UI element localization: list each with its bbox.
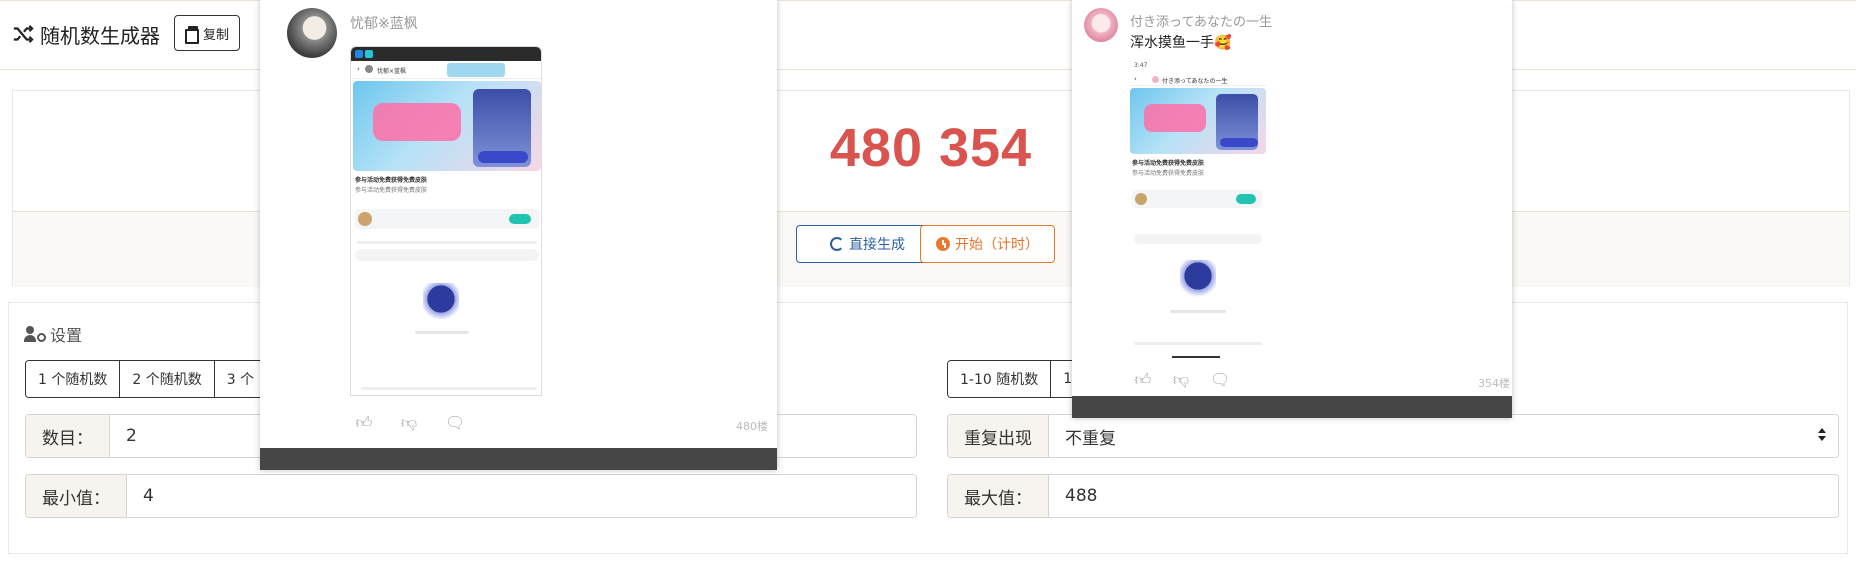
clock-icon (936, 237, 950, 251)
user-gear-icon (24, 326, 46, 342)
start-timer-label: 开始（计时） (955, 237, 1039, 253)
comment-icon[interactable]: 🗨︎ (1210, 371, 1230, 389)
follow-button (1236, 194, 1256, 204)
comment-popup-right: 付き添ってあなたの一生 浑水摸鱼一手🥰 3:47 ‹ 付き添ってあなたの一生 参… (1072, 0, 1512, 418)
max-label: 最大值： (948, 475, 1049, 517)
copy-icon (185, 26, 199, 44)
post-title: 参与活动免费获得免费皮肤 (1132, 160, 1205, 167)
max-input[interactable]: 488 (1049, 475, 1838, 517)
banner-button (478, 151, 528, 163)
empty-hint-text (415, 331, 469, 334)
generate-button[interactable]: 直接生成 (796, 225, 939, 263)
comment-text-content: 浑水摸鱼一手 (1130, 35, 1214, 51)
popup-footer-bar (260, 448, 777, 470)
max-field-group: 最大值： 488 (947, 474, 1839, 518)
comment-image[interactable]: 3:47 ‹ 付き添ってあなたの一生 参与活动免费获得免费皮肤 参与活动免费获得… (1130, 60, 1266, 360)
thumbs-down-icon[interactable]: 👎︎ (400, 414, 418, 432)
event-banner (1130, 88, 1266, 154)
blush-emoji-icon: 🥰 (1214, 35, 1232, 51)
comment-icon[interactable]: 🗨︎ (445, 414, 465, 432)
thumbs-down-icon[interactable]: 👎︎ (1172, 371, 1190, 389)
settings-title-label: 设置 (50, 326, 83, 345)
min-label: 最小值： (26, 475, 127, 517)
phone-window-titlebar (351, 47, 541, 61)
bottom-bar (1134, 342, 1262, 345)
min-input[interactable]: 4 (127, 475, 916, 517)
range-preset-1-10[interactable]: 1-10 随机数 (948, 361, 1052, 397)
floating-tab (447, 63, 505, 77)
count-preset-group: 1 个随机数 2 个随机数 3 个 (25, 360, 268, 398)
banner-logo (373, 103, 461, 141)
app-icon (365, 50, 373, 58)
post-subtitle: 参与活动免费获得免费皮肤 (355, 187, 428, 194)
user-avatar (365, 65, 373, 73)
author-card (355, 209, 539, 229)
copy-button-label: 复制 (203, 27, 230, 43)
app-title-group: 随机数生成器 (12, 19, 160, 49)
repeat-field-group: 重复出现 不重复 (947, 414, 1839, 458)
comment-popup-left: 忧郁※蓝枫 ‹ 忧郁×蓝枫 参与活动免费获得免费皮肤 参与活动免费获得免费皮肤 … (260, 0, 777, 470)
phone-status-time: 3:47 (1134, 62, 1148, 69)
banner-button (1220, 138, 1258, 147)
count-label: 数目： (26, 415, 110, 457)
banner-logo (1144, 104, 1206, 132)
back-icon: ‹ (357, 65, 360, 73)
thumbs-up-icon[interactable]: 👍︎ (355, 414, 373, 432)
phone-header: ‹ 忧郁×蓝枫 (351, 61, 541, 79)
phone-header: ‹ 付き添ってあなたの一生 (1130, 74, 1266, 86)
bottom-bar (361, 387, 537, 390)
range-preset-group: 1-10 随机数 1- (947, 360, 1091, 398)
user-avatar (1084, 8, 1118, 42)
start-timer-button[interactable]: 开始（计时） (920, 225, 1055, 263)
author-card (1132, 190, 1262, 208)
empty-hint-text (1170, 310, 1226, 313)
comment-username[interactable]: 付き添ってあなたの一生 (1130, 11, 1272, 30)
user-avatar (1152, 76, 1159, 83)
phone-header-title: 忧郁×蓝枫 (377, 68, 407, 75)
event-banner (353, 81, 541, 171)
shuffle-icon (13, 25, 34, 43)
home-indicator (1172, 356, 1220, 358)
floor-number: 480楼 (736, 420, 768, 433)
refresh-icon (830, 237, 844, 251)
comment-image[interactable]: ‹ 忧郁×蓝枫 参与活动免费获得免费皮肤 参与活动免费获得免费皮肤 (350, 46, 542, 396)
count-preset-1[interactable]: 1 个随机数 (26, 361, 121, 397)
phone-header-title: 付き添ってあなたの一生 (1162, 78, 1228, 85)
repeat-select[interactable]: 不重复 (1049, 415, 1838, 457)
comment-text: 浑水摸鱼一手🥰 (1130, 32, 1231, 52)
select-arrows-icon (1818, 428, 1826, 444)
settings-title: 设置 (24, 322, 82, 346)
follow-button (509, 214, 531, 224)
repeat-label: 重复出现 (948, 415, 1049, 457)
floor-number: 354楼 (1478, 377, 1510, 390)
repeat-select-value: 不重复 (1065, 428, 1116, 449)
author-avatar (358, 212, 372, 226)
user-avatar (287, 8, 337, 58)
popup-footer-bar (1072, 396, 1512, 418)
empty-state-mascot (423, 283, 459, 323)
count-preset-2[interactable]: 2 个随机数 (120, 361, 215, 397)
back-icon: ‹ (1134, 75, 1137, 83)
count-preset-3[interactable]: 3 个 (214, 361, 267, 397)
comment-box (355, 249, 539, 261)
comment-box (1134, 234, 1262, 244)
app-icon (355, 50, 363, 58)
min-field-group: 最小值： 4 (25, 474, 917, 518)
copy-button[interactable]: 复制 (174, 15, 241, 51)
post-subtitle: 参与活动免费获得免费皮肤 (1132, 170, 1205, 177)
generate-button-label: 直接生成 (849, 237, 905, 253)
divider (357, 241, 537, 244)
author-avatar (1135, 193, 1147, 205)
post-title: 参与活动免费获得免费皮肤 (355, 177, 428, 184)
empty-state-mascot (1180, 260, 1216, 300)
app-title: 随机数生成器 (40, 23, 160, 48)
comment-username[interactable]: 忧郁※蓝枫 (350, 13, 418, 33)
thumbs-up-icon[interactable]: 👍︎ (1134, 371, 1152, 389)
